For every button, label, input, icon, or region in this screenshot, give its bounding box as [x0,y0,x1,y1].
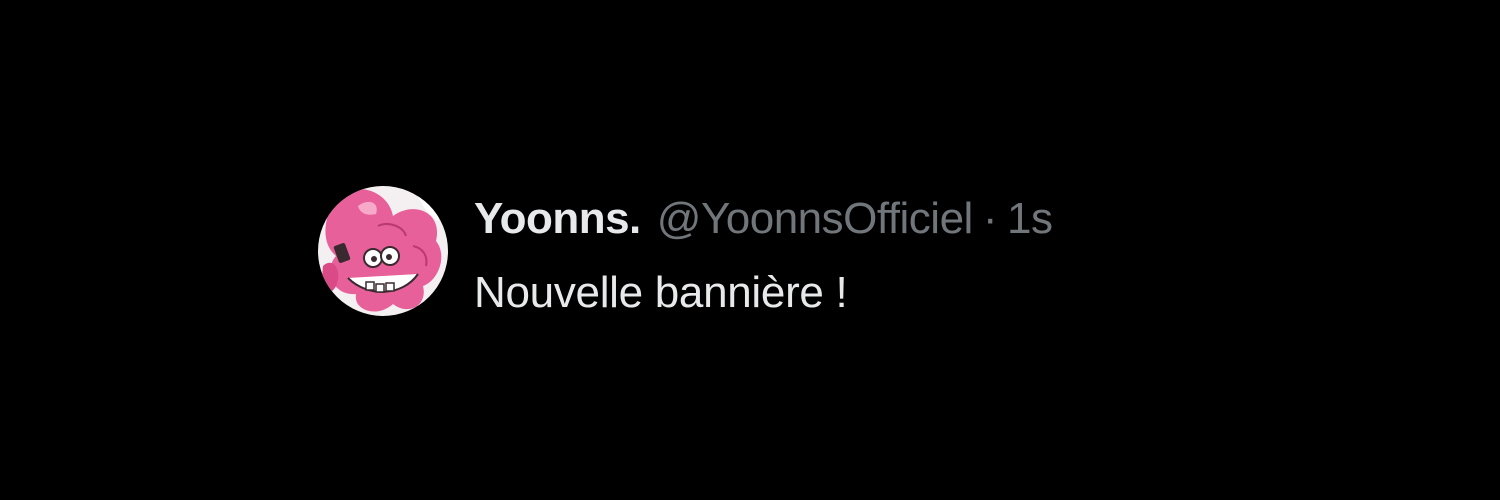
tweet-text: Nouvelle bannière ! [474,268,848,317]
user-handle[interactable]: @YoonnsOfficiel [657,194,974,244]
pink-octopus-avatar-icon [318,186,448,316]
tweet-header: Yoonns. @YoonnsOfficiel · 1s [474,194,1053,244]
timestamp[interactable]: 1s [1007,194,1053,244]
tweet-content: Yoonns. @YoonnsOfficiel · 1s Nouvelle ba… [474,186,1053,318]
avatar[interactable] [318,186,448,316]
tweet[interactable]: Yoonns. @YoonnsOfficiel · 1s Nouvelle ba… [318,186,1053,318]
display-name[interactable]: Yoonns. [474,194,641,244]
separator-dot: · [982,194,998,243]
